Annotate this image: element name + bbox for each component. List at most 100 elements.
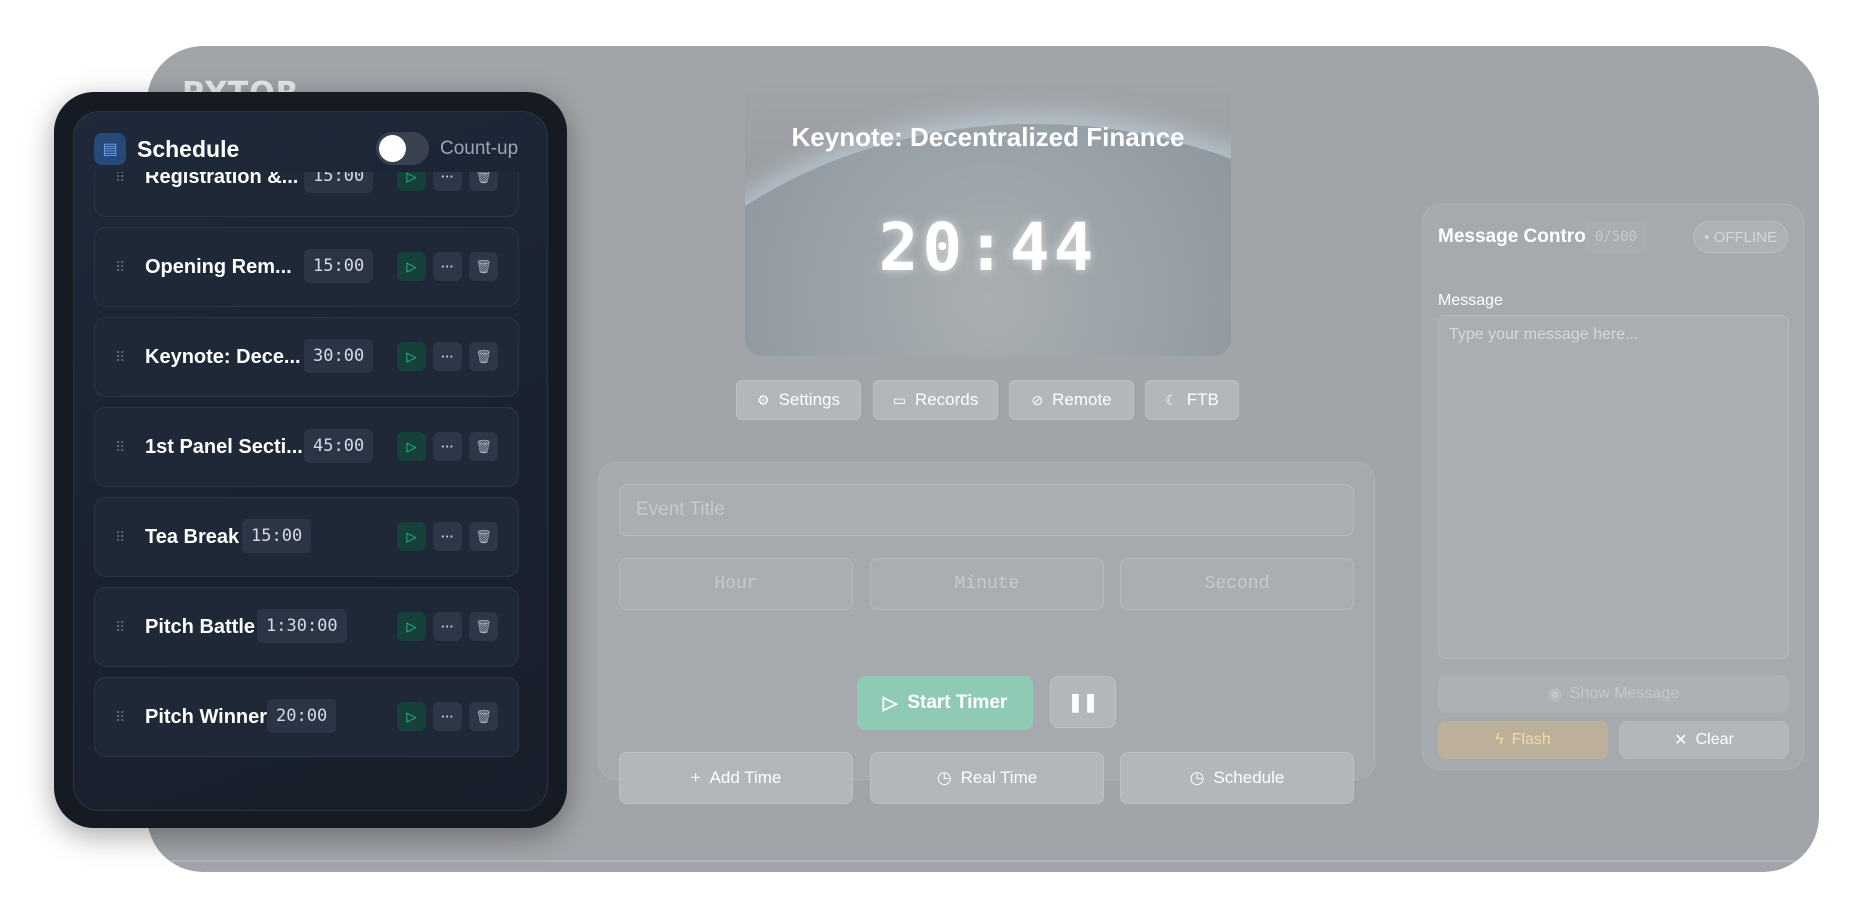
ftb-button[interactable]: ☾ FTB	[1145, 380, 1239, 420]
schedule-item[interactable]: ⠿ Pitch Battle 1:30:00 ▷ ··· 🗑	[94, 587, 519, 667]
play-icon[interactable]: ▷	[397, 432, 426, 461]
play-icon[interactable]: ▷	[397, 172, 426, 191]
records-button[interactable]: ▭ Records	[873, 380, 998, 420]
drag-handle-icon[interactable]: ⠿	[115, 588, 125, 666]
real-time-label: Real Time	[960, 768, 1038, 787]
toggle-knob	[379, 135, 406, 162]
message-control-panel: Message Control 0/500 • OFFLINE Message …	[1422, 204, 1804, 770]
drag-handle-icon[interactable]: ⠿	[115, 678, 125, 756]
play-icon[interactable]: ▷	[397, 522, 426, 551]
drag-handle-icon[interactable]: ⠿	[115, 172, 125, 216]
gear-icon: ⚙	[757, 391, 770, 408]
show-message-button[interactable]: ◉ Show Message	[1438, 675, 1789, 713]
schedule-item-name: Tea Break	[145, 525, 240, 548]
more-options-icon[interactable]: ···	[433, 342, 462, 371]
schedule-title: Schedule	[137, 136, 240, 162]
flash-label: Flash	[1511, 731, 1551, 748]
more-options-icon[interactable]: ···	[433, 612, 462, 641]
start-timer-label: Start Timer	[907, 692, 1008, 713]
schedule-item[interactable]: ⠿ Opening Rem... 15:00 ▷ ··· 🗑	[94, 227, 519, 307]
preview-event-title: Keynote: Decentralized Finance	[791, 122, 1185, 152]
message-textarea[interactable]: Type your message here...	[1438, 315, 1789, 659]
moon-icon: ☾	[1165, 391, 1178, 408]
trash-icon[interactable]: 🗑	[469, 342, 498, 371]
trash-icon[interactable]: 🗑	[469, 172, 498, 191]
clear-button[interactable]: ✕ Clear	[1619, 721, 1789, 759]
trash-icon[interactable]: 🗑	[469, 702, 498, 731]
play-icon[interactable]: ▷	[397, 612, 426, 641]
ftb-label: FTB	[1186, 390, 1219, 409]
schedule-item-name: Pitch Battle	[145, 615, 256, 638]
settings-button[interactable]: ⚙ Settings	[736, 380, 861, 420]
message-label: Message	[1438, 292, 1503, 309]
show-message-label: Show Message	[1569, 685, 1680, 702]
schedule-label: Schedule	[1213, 768, 1285, 787]
trash-icon[interactable]: 🗑	[469, 252, 498, 281]
pause-icon: ❚❚	[1067, 691, 1099, 712]
hour-input[interactable]: Hour	[619, 558, 853, 610]
add-time-label: Add Time	[709, 768, 782, 787]
play-icon[interactable]: ▷	[397, 252, 426, 281]
schedule-list[interactable]: ⠿ Registration &... 15:00 ▷ ··· 🗑 ⠿ Open…	[74, 172, 547, 810]
schedule-panel: ⠿ Registration &... 15:00 ▷ ··· 🗑 ⠿ Open…	[73, 111, 548, 811]
flash-button[interactable]: ϟ Flash	[1438, 721, 1608, 759]
remote-label: Remote	[1052, 390, 1112, 409]
schedule-item[interactable]: ⠿ Pitch Winner 20:00 ▷ ··· 🗑	[94, 677, 519, 757]
event-title-input[interactable]: Event Title	[619, 484, 1354, 536]
schedule-item-duration: 15:00	[304, 172, 374, 193]
play-icon: ▷	[882, 692, 898, 714]
more-options-icon[interactable]: ···	[433, 432, 462, 461]
schedule-item[interactable]: ⠿ Keynote: Dece... 30:00 ▷ ··· 🗑	[94, 317, 519, 397]
second-input[interactable]: Second	[1120, 558, 1354, 610]
plus-icon: +	[690, 768, 701, 787]
remote-button[interactable]: ⊘ Remote	[1009, 380, 1134, 420]
divider	[147, 860, 1819, 862]
schedule-card: ⠿ Registration &... 15:00 ▷ ··· 🗑 ⠿ Open…	[54, 92, 567, 828]
trash-icon[interactable]: 🗑	[469, 432, 498, 461]
pause-button[interactable]: ❚❚	[1050, 676, 1116, 728]
clock-icon: ◷	[936, 768, 952, 787]
drag-handle-icon[interactable]: ⠿	[115, 408, 125, 486]
close-icon: ✕	[1674, 732, 1688, 749]
more-options-icon[interactable]: ···	[433, 172, 462, 191]
schedule-item-duration: 30:00	[304, 339, 374, 373]
play-icon[interactable]: ▷	[397, 342, 426, 371]
schedule-item-name: Registration &...	[145, 172, 299, 188]
eye-icon: ◉	[1547, 686, 1562, 703]
preview-timer-display: 20:44	[878, 209, 1098, 286]
schedule-item-name: Opening Rem...	[145, 255, 292, 278]
records-label: Records	[914, 390, 979, 409]
drag-handle-icon[interactable]: ⠿	[115, 498, 125, 576]
real-time-button[interactable]: ◷ Real Time	[870, 752, 1104, 804]
clear-label: Clear	[1695, 731, 1734, 748]
schedule-item-duration: 15:00	[242, 519, 312, 553]
drag-handle-icon[interactable]: ⠿	[115, 318, 125, 396]
more-options-icon[interactable]: ···	[433, 702, 462, 731]
schedule-item-duration: 1:30:00	[257, 609, 347, 643]
more-options-icon[interactable]: ···	[433, 252, 462, 281]
trash-icon[interactable]: 🗑	[469, 522, 498, 551]
message-control-title: Message Control	[1438, 226, 1592, 247]
count-up-label: Count-up	[440, 138, 519, 159]
schedule-item[interactable]: ⠿ 1st Panel Secti... 45:00 ▷ ··· 🗑	[94, 407, 519, 487]
add-time-button[interactable]: + Add Time	[619, 752, 853, 804]
message-char-count: 0/500	[1585, 221, 1648, 253]
start-timer-button[interactable]: ▷ Start Timer	[857, 676, 1033, 730]
calendar-icon: ▭	[892, 391, 906, 408]
connection-status-badge: • OFFLINE	[1693, 221, 1788, 253]
schedule-item-duration: 45:00	[304, 429, 374, 463]
play-icon[interactable]: ▷	[397, 702, 426, 731]
schedule-button[interactable]: ◷ Schedule	[1120, 752, 1354, 804]
schedule-item[interactable]: ⠿ Tea Break 15:00 ▷ ··· 🗑	[94, 497, 519, 577]
more-options-icon[interactable]: ···	[433, 522, 462, 551]
wifi-off-icon: ⊘	[1031, 391, 1044, 408]
count-up-toggle[interactable]	[376, 132, 429, 165]
schedule-item[interactable]: ⠿ Registration &... 15:00 ▷ ··· 🗑	[94, 172, 519, 217]
minute-input[interactable]: Minute	[870, 558, 1104, 610]
schedule-item-name: Pitch Winner	[145, 705, 268, 728]
schedule-item-duration: 20:00	[267, 699, 337, 733]
drag-handle-icon[interactable]: ⠿	[115, 228, 125, 306]
trash-icon[interactable]: 🗑	[469, 612, 498, 641]
schedule-item-duration: 15:00	[304, 249, 374, 283]
timer-preview: Keynote: Decentralized Finance 20:44	[745, 84, 1231, 356]
